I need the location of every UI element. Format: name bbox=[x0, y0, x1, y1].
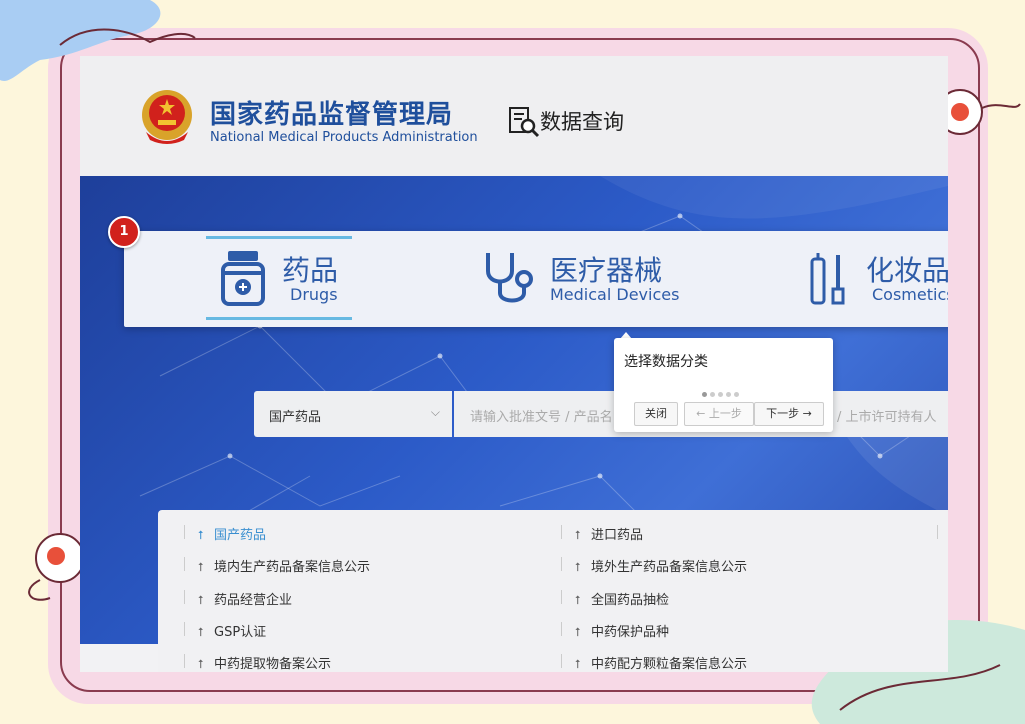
website-screenshot: 国家药品监督管理局 National Medical Products Admi… bbox=[80, 56, 948, 672]
divider bbox=[561, 525, 562, 539]
search-placeholder: 请输入批准文号 / 产品名 bbox=[470, 410, 613, 425]
link-label: 全国药品抽检 bbox=[591, 593, 670, 608]
data-links-panel: ⭡ 国产药品 ⭡ 境内生产药品备案信息公示 ⭡ 药品经营企业 ⭡ GSP认证 ⭡ 中药提取… bbox=[158, 510, 948, 672]
divider bbox=[561, 557, 562, 571]
data-link[interactable]: ⭡ 中药提取物备案公示 bbox=[198, 653, 331, 672]
link-label: 中药保护品种 bbox=[591, 625, 670, 640]
national-emblem-icon bbox=[142, 90, 192, 144]
upload-icon: ⭡ bbox=[198, 560, 204, 574]
data-link[interactable]: ⭡ 进口药品 bbox=[575, 524, 643, 544]
category-tab-medical-devices[interactable]: 医疗器械 Medical Devices bbox=[480, 231, 730, 327]
search-placeholder-end: / 上市许可持有人 bbox=[837, 410, 937, 425]
divider bbox=[561, 590, 562, 604]
link-label: 药品经营企业 bbox=[214, 593, 293, 608]
data-link[interactable]: ⭡ 中药配方颗粒备案信息公示 bbox=[575, 653, 747, 672]
upload-icon: ⭡ bbox=[198, 593, 204, 607]
divider bbox=[937, 525, 938, 539]
data-category-bar: 药品 Drugs 医疗器械 Medical Devices 化妆品 Cosmet… bbox=[124, 231, 948, 327]
document-search-icon[interactable] bbox=[508, 106, 542, 138]
link-label: 境内生产药品备案信息公示 bbox=[214, 560, 371, 575]
link-label: 中药配方颗粒备案信息公示 bbox=[591, 657, 748, 672]
tooltip-prev-button[interactable]: ← 上一步 bbox=[684, 402, 754, 426]
guide-tooltip: 选择数据分类 关闭 ← 上一步 下一步 → bbox=[614, 338, 833, 432]
site-title: 国家药品监督管理局 bbox=[210, 100, 454, 130]
upload-icon: ⭡ bbox=[575, 657, 581, 671]
category-label-cn: 药品 bbox=[282, 254, 339, 287]
data-link[interactable]: ⭡ 全国药品抽检 bbox=[575, 589, 669, 609]
chevron-down-icon: ⌵ bbox=[430, 405, 440, 419]
upload-icon: ⭡ bbox=[575, 625, 581, 639]
link-label: 国产药品 bbox=[214, 528, 267, 543]
divider bbox=[184, 622, 185, 636]
divider bbox=[184, 557, 185, 571]
step-dot bbox=[718, 392, 723, 397]
site-header: 国家药品监督管理局 National Medical Products Admi… bbox=[80, 56, 948, 176]
category-select-value: 国产药品 bbox=[269, 410, 322, 425]
upload-icon: ⭡ bbox=[198, 657, 204, 671]
link-label: 境外生产药品备案信息公示 bbox=[591, 560, 748, 575]
link-label: GSP认证 bbox=[214, 625, 267, 640]
upload-icon: ⭡ bbox=[198, 625, 204, 639]
link-label: 中药提取物备案公示 bbox=[214, 657, 332, 672]
medicine-bottle-icon bbox=[221, 251, 265, 306]
divider bbox=[561, 654, 562, 668]
tooltip-title: 选择数据分类 bbox=[624, 354, 708, 370]
category-label-en: Drugs bbox=[290, 285, 338, 304]
category-select[interactable]: 国产药品 ⌵ bbox=[254, 391, 452, 437]
divider bbox=[184, 525, 185, 539]
data-link[interactable]: ⭡ 境内生产药品备案信息公示 bbox=[198, 556, 370, 576]
stethoscope-icon bbox=[486, 253, 533, 303]
category-label-en: Cosmetics bbox=[872, 285, 948, 304]
data-link-domestic-drugs[interactable]: ⭡ 国产药品 bbox=[198, 524, 266, 544]
data-link[interactable]: ⭡ 中药保护品种 bbox=[575, 621, 669, 641]
divider bbox=[184, 654, 185, 668]
data-query-link[interactable]: 数据查询 bbox=[540, 106, 624, 136]
cosmetics-icon bbox=[810, 253, 845, 305]
upload-icon: ⭡ bbox=[575, 528, 581, 542]
upload-icon: ⭡ bbox=[575, 560, 581, 574]
divider bbox=[561, 622, 562, 636]
active-indicator-bottom bbox=[206, 317, 352, 320]
step-indicator bbox=[702, 382, 742, 401]
tooltip-next-button[interactable]: 下一步 → bbox=[754, 402, 824, 426]
step-dot bbox=[726, 392, 731, 397]
category-label-en: Medical Devices bbox=[550, 285, 680, 304]
category-label-cn: 医疗器械 bbox=[550, 254, 663, 287]
step-dot bbox=[702, 392, 707, 397]
category-tab-drugs[interactable]: 药品 Drugs bbox=[206, 231, 352, 327]
divider bbox=[184, 590, 185, 604]
data-link[interactable]: ⭡ GSP认证 bbox=[198, 621, 266, 641]
step-dot bbox=[734, 392, 739, 397]
link-label: 进口药品 bbox=[591, 528, 644, 543]
tooltip-close-button[interactable]: 关闭 bbox=[634, 402, 678, 426]
tour-step-badge: 1 bbox=[108, 216, 140, 248]
upload-icon: ⭡ bbox=[198, 528, 204, 542]
category-tab-cosmetics[interactable]: 化妆品 Cosmetics bbox=[808, 231, 948, 327]
data-link[interactable]: ⭡ 境外生产药品备案信息公示 bbox=[575, 556, 747, 576]
data-link[interactable]: ⭡ 药品经营企业 bbox=[198, 589, 292, 609]
upload-icon: ⭡ bbox=[575, 593, 581, 607]
category-label-cn: 化妆品 bbox=[866, 254, 948, 287]
step-dot bbox=[710, 392, 715, 397]
site-subtitle: National Medical Products Administration bbox=[210, 130, 478, 145]
active-indicator-top bbox=[206, 236, 352, 239]
